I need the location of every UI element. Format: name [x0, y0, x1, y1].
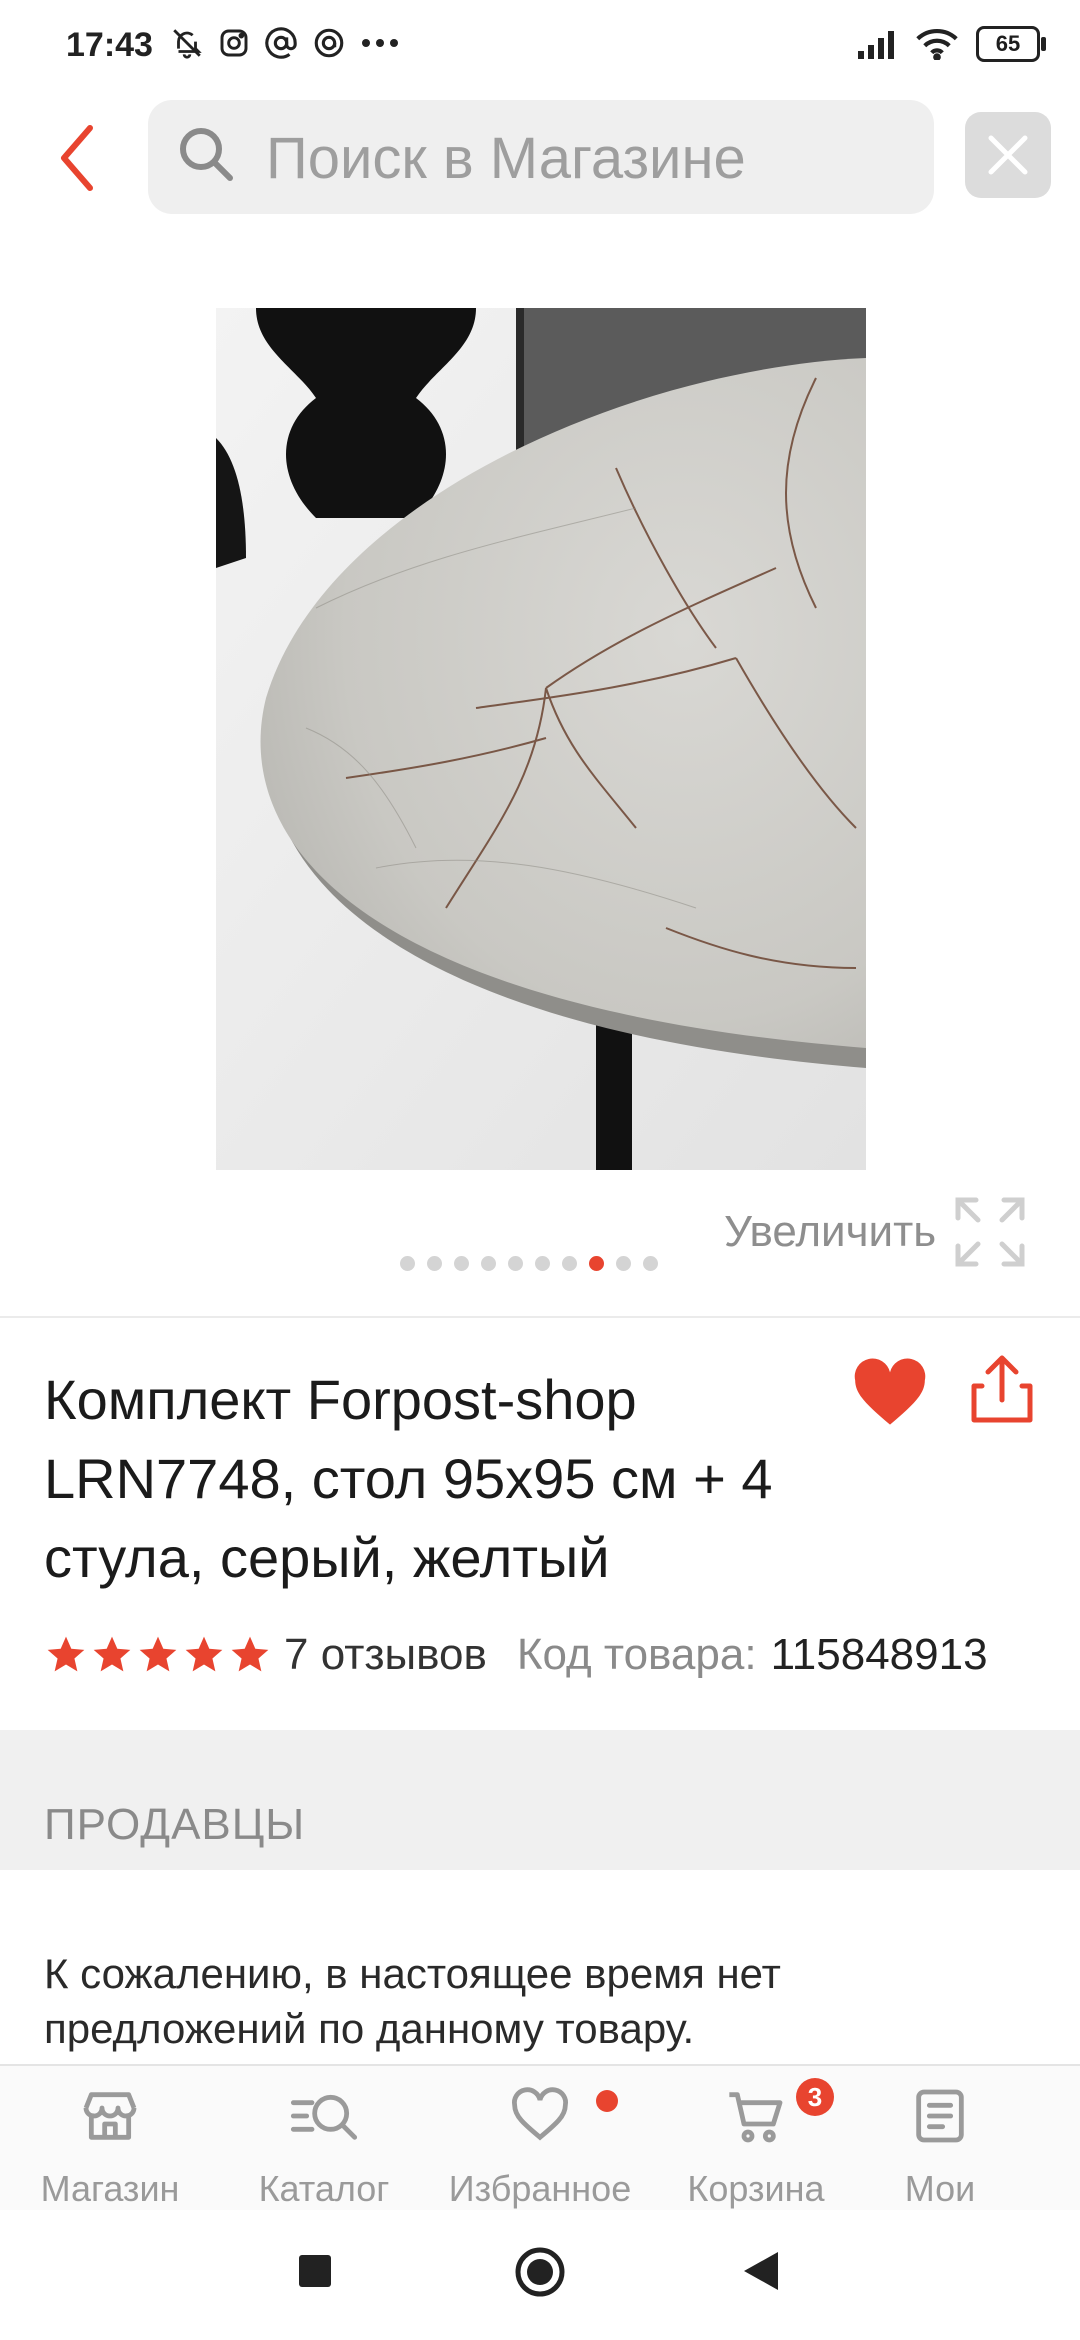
gallery-dot[interactable]	[616, 1256, 631, 1271]
nav-label: Магазин	[40, 2168, 180, 2209]
bottom-navigation: Магазин Каталог Избранное 3 Корзина Мои	[0, 2064, 1080, 2212]
gallery-dot[interactable]	[481, 1256, 496, 1271]
nav-favorites[interactable]: Избранное	[430, 2084, 650, 2210]
gallery-pagination	[400, 1256, 658, 1271]
product-image[interactable]	[216, 308, 866, 1170]
notification-dot	[596, 2090, 618, 2112]
rating-row: 7 отзывов Код товара: 115848913	[44, 1630, 988, 1680]
gallery-dot[interactable]	[643, 1256, 658, 1271]
product-photo	[216, 308, 866, 1170]
nav-cart[interactable]: 3 Корзина	[666, 2078, 846, 2210]
share-button[interactable]	[968, 1352, 1036, 1426]
heart-filled-icon	[854, 1358, 926, 1425]
threads-icon	[314, 28, 344, 58]
chevron-left-icon	[61, 125, 93, 191]
close-icon	[988, 135, 1028, 175]
star-icon	[93, 1636, 131, 1672]
gallery-dot[interactable]	[508, 1256, 523, 1271]
star-icon	[139, 1636, 177, 1672]
zoom-button[interactable]: Увеличить	[724, 1196, 1026, 1268]
sellers-title: ПРОДАВЦЫ	[44, 1800, 306, 1849]
share-icon	[971, 1355, 1033, 1423]
product-code-label: Код товара:	[516, 1630, 757, 1679]
cart-badge: 3	[796, 2078, 834, 2116]
system-status-icons: 65	[856, 26, 1046, 62]
divider	[0, 1316, 1080, 1318]
nav-my[interactable]: Мои	[860, 2084, 1020, 2210]
cart-icon	[729, 2092, 783, 2143]
gallery-dot[interactable]	[427, 1256, 442, 1271]
catalog-search-icon	[290, 2094, 358, 2140]
reviews-link[interactable]: 7 отзывов	[284, 1630, 487, 1680]
nav-label: Мои	[904, 2168, 976, 2209]
search-icon	[180, 128, 233, 181]
rating-stars	[44, 1633, 272, 1677]
star-icon	[185, 1636, 223, 1672]
battery-indicator: 65	[976, 26, 1046, 62]
nav-label: Корзина	[687, 2168, 825, 2209]
orders-icon	[916, 2089, 964, 2143]
signal-icon	[858, 31, 894, 59]
star-icon	[231, 1636, 269, 1672]
bell-off-icon	[173, 29, 202, 59]
at-icon	[265, 27, 297, 59]
product-code-value: 115848913	[770, 1630, 988, 1679]
search-bar[interactable]	[148, 100, 934, 214]
nav-label: Избранное	[448, 2168, 632, 2209]
more-dots-icon	[362, 39, 398, 47]
gallery-dot[interactable]	[454, 1256, 469, 1271]
wifi-icon	[916, 28, 958, 60]
notification-icons	[170, 26, 400, 60]
nav-catalog[interactable]: Каталог	[234, 2084, 414, 2210]
gallery-dot[interactable]	[562, 1256, 577, 1271]
gallery-dot[interactable]	[400, 1256, 415, 1271]
back-nav-button[interactable]	[742, 2250, 780, 2292]
product-title: Комплект Forpost-shop LRN7748, стол 95x9…	[44, 1368, 773, 1589]
close-search-button[interactable]	[965, 112, 1051, 198]
system-navigation-bar	[0, 2210, 1080, 2340]
store-icon	[83, 2092, 137, 2140]
nav-store[interactable]: Магазин	[20, 2084, 200, 2210]
instagram-icon	[220, 29, 248, 57]
zoom-label: Увеличить	[724, 1207, 937, 1256]
star-icon	[47, 1636, 85, 1672]
heart-outline-icon	[512, 2087, 568, 2141]
back-button[interactable]	[52, 120, 108, 196]
expand-icon	[955, 1197, 1025, 1267]
search-input[interactable]	[264, 122, 908, 194]
no-offers-message: К сожалению, в настоящее время нет предл…	[44, 1950, 781, 2052]
gallery-dot[interactable]	[535, 1256, 550, 1271]
status-bar: 17:43 65	[0, 0, 1080, 92]
recent-apps-button[interactable]	[298, 2254, 332, 2288]
favorite-button[interactable]	[852, 1358, 928, 1428]
home-button[interactable]	[514, 2246, 566, 2298]
status-time: 17:43	[66, 26, 153, 64]
nav-label: Каталог	[258, 2168, 390, 2209]
gallery-dot[interactable]	[589, 1256, 604, 1271]
